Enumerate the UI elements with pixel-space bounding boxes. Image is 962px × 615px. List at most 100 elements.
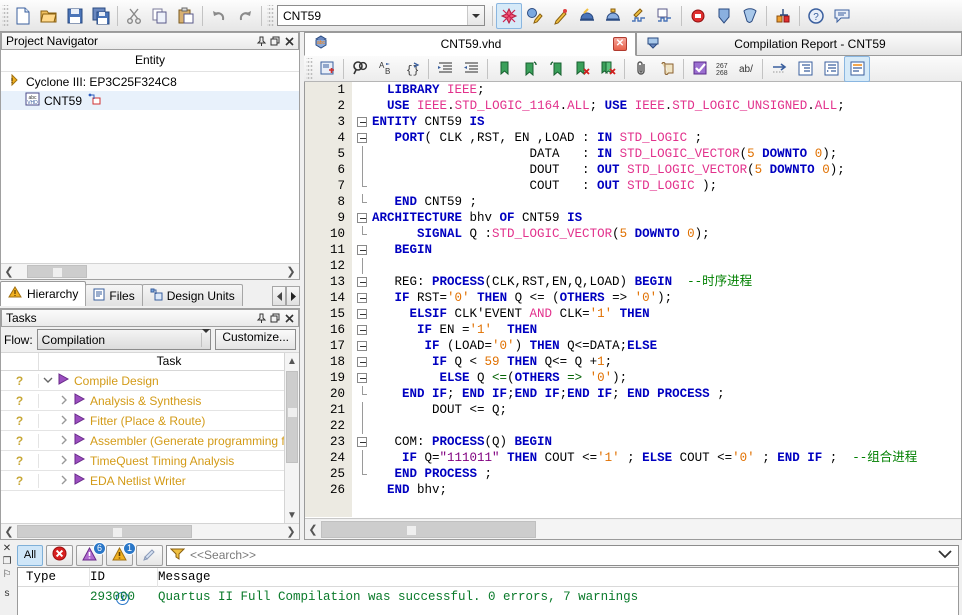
code-line[interactable]: 15 ELSIF CLK'EVENT AND CLK='1' THEN	[305, 306, 961, 322]
pin-messages-icon[interactable]: ⚐	[3, 570, 12, 580]
fold-collapse-icon[interactable]	[357, 277, 367, 287]
tab-files[interactable]: Files	[85, 284, 143, 306]
customize-button[interactable]: Customize...	[215, 329, 296, 350]
tab-hierarchy[interactable]: Hierarchy	[0, 281, 87, 306]
code-line[interactable]: 17 IF (LOAD='0') THEN Q<=DATA;ELSE	[305, 338, 961, 354]
run-task-icon[interactable]	[73, 473, 86, 488]
code-line[interactable]: 5 DATA : IN STD_LOGIC_VECTOR(5 DOWNTO 0)…	[305, 146, 961, 162]
fold-collapse-icon[interactable]	[357, 357, 367, 367]
increase-indent-icon[interactable]	[432, 56, 458, 82]
task-cell[interactable]: Analysis & Synthesis	[39, 393, 299, 408]
task-row[interactable]: ? TimeQuest Timing Analysis	[1, 451, 299, 471]
vhdl-scroll-icon[interactable]	[654, 56, 680, 82]
insert-template-icon[interactable]	[314, 56, 340, 82]
pin-planner-icon[interactable]	[737, 3, 763, 29]
scroll-left-icon[interactable]: ❮	[1, 524, 17, 539]
hscroll-track[interactable]	[17, 524, 283, 539]
next-bookmark-icon[interactable]	[517, 56, 543, 82]
code-line[interactable]: 10 SIGNAL Q :STD_LOGIC_VECTOR(5 DOWNTO 0…	[305, 226, 961, 242]
code-line[interactable]: 9 ARCHITECTURE bhv OF CNT59 IS	[305, 210, 961, 226]
float-panel-icon[interactable]	[268, 311, 282, 325]
code-line[interactable]: 13 REG: PROCESS(CLK,RST,EN,Q,LOAD) BEGIN…	[305, 274, 961, 290]
flow-combo[interactable]: Compilation	[36, 328, 212, 350]
editor-hscrollbar[interactable]: ❮	[305, 518, 961, 539]
chevron-down-icon[interactable]	[938, 548, 958, 562]
code-line[interactable]: 6 DOUT : OUT STD_LOGIC_VECTOR(5 DOWNTO 0…	[305, 162, 961, 178]
fold-collapse-icon[interactable]	[357, 325, 367, 335]
code-line[interactable]: 20 END IF; END IF;END IF;END IF; END PRO…	[305, 386, 961, 402]
fold-collapse-icon[interactable]	[357, 245, 367, 255]
close-messages-icon[interactable]: ✕	[3, 544, 11, 554]
task-row[interactable]: ? EDA Netlist Writer	[1, 471, 299, 491]
fold-collapse-icon[interactable]	[357, 309, 367, 319]
hscroll-track[interactable]	[17, 264, 283, 279]
indent-block-icon[interactable]	[818, 56, 844, 82]
task-row[interactable]: ? Compile Design	[1, 371, 299, 391]
fold-collapse-icon[interactable]	[357, 373, 367, 383]
chevron-right-icon[interactable]	[59, 414, 69, 428]
task-cell[interactable]: Compile Design	[39, 373, 299, 388]
decrease-indent-icon[interactable]	[458, 56, 484, 82]
classic-timing-icon[interactable]	[600, 3, 626, 29]
code-editor[interactable]: 1 LIBRARY IEEE; 2 USE IEEE.STD_LOGIC_1164…	[304, 82, 962, 540]
redo-icon[interactable]	[232, 3, 258, 29]
code-lines[interactable]: 1 LIBRARY IEEE; 2 USE IEEE.STD_LOGIC_1164…	[305, 82, 961, 517]
fold-collapse-icon[interactable]	[357, 341, 367, 351]
close-panel-icon[interactable]	[282, 311, 296, 325]
code-line[interactable]: 23 COM: PROCESS(Q) BEGIN	[305, 434, 961, 450]
hscroll-thumb[interactable]	[17, 525, 192, 538]
scroll-left-icon[interactable]: ❮	[1, 264, 17, 279]
code-line[interactable]: 11 BEGIN	[305, 242, 961, 258]
project-combo[interactable]: CNT59	[277, 5, 485, 26]
warning-filter-button[interactable]: 1	[106, 541, 136, 566]
chevron-down-icon[interactable]	[201, 328, 211, 347]
previous-bookmark-icon[interactable]	[543, 56, 569, 82]
run-task-icon[interactable]	[73, 413, 86, 428]
syntax-check-icon[interactable]	[687, 56, 713, 82]
tab-design-units[interactable]: Design Units	[141, 284, 243, 306]
code-line[interactable]: 21 DOUT <= Q;	[305, 402, 961, 418]
messages-table[interactable]: Type ID Message i 293000 Quartus II Full…	[17, 567, 959, 615]
code-line[interactable]: 26 END bhv;	[305, 482, 961, 498]
task-cell[interactable]: Assembler (Generate programming fil	[39, 433, 299, 448]
chevron-right-icon[interactable]	[59, 394, 69, 408]
critical-warning-filter-button[interactable]: 6	[76, 541, 106, 566]
new-file-icon[interactable]	[10, 3, 36, 29]
project-navigator-hscrollbar[interactable]: ❮ ❯	[1, 263, 299, 279]
tab-compilation-report[interactable]: Compilation Report - CNT59	[636, 32, 962, 56]
tab-cnt59-vhd[interactable]: abc CNT59.vhd ✕	[304, 32, 636, 56]
code-line[interactable]: 1 LIBRARY IEEE;	[305, 82, 961, 98]
task-row[interactable]: ? Analysis & Synthesis	[1, 391, 299, 411]
waveform-in-icon[interactable]	[626, 3, 652, 29]
fold-collapse-icon[interactable]	[357, 213, 367, 223]
info-filter-button[interactable]	[136, 544, 163, 566]
code-line[interactable]: 18 IF Q < 59 THEN Q<= Q +1;	[305, 354, 961, 370]
code-line[interactable]: 7 COUT : OUT STD_LOGIC );	[305, 178, 961, 194]
task-row[interactable]: ? Assembler (Generate programming fil	[1, 431, 299, 451]
copy-icon[interactable]	[147, 3, 173, 29]
netlist-viewer-icon[interactable]	[770, 3, 796, 29]
undo-icon[interactable]	[206, 3, 232, 29]
hscroll-thumb[interactable]	[27, 265, 87, 278]
chevron-right-icon[interactable]	[59, 434, 69, 448]
message-row[interactable]: i 293000 Quartus II Full Compilation was…	[18, 587, 958, 606]
open-file-icon[interactable]	[36, 3, 62, 29]
float-panel-icon[interactable]	[268, 34, 282, 48]
paste-icon[interactable]	[173, 3, 199, 29]
help-icon[interactable]: ?	[803, 3, 829, 29]
show-all-icon[interactable]	[844, 55, 870, 82]
tasks-vscrollbar[interactable]: ▲ ▼	[284, 353, 299, 523]
programmer-icon[interactable]	[685, 3, 711, 29]
scroll-up-icon[interactable]: ▲	[285, 353, 299, 369]
find-icon[interactable]	[347, 56, 373, 82]
tasks-hscrollbar[interactable]: ❮ ❯	[1, 523, 299, 539]
code-line[interactable]: 2 USE IEEE.STD_LOGIC_1164.ALL; USE IEEE.…	[305, 98, 961, 114]
word-wrap-icon[interactable]: ab/	[737, 56, 759, 82]
replace-icon[interactable]: AB	[373, 56, 399, 82]
bookmark-icon[interactable]	[491, 56, 517, 82]
vscroll-thumb[interactable]	[286, 371, 298, 463]
code-line[interactable]: 24 IF Q="111011" THEN COUT <='1' ; ELSE …	[305, 450, 961, 466]
timing-analyzer-icon[interactable]	[574, 3, 600, 29]
code-line[interactable]: 8 END CNT59 ;	[305, 194, 961, 210]
save-all-icon[interactable]	[88, 3, 114, 29]
